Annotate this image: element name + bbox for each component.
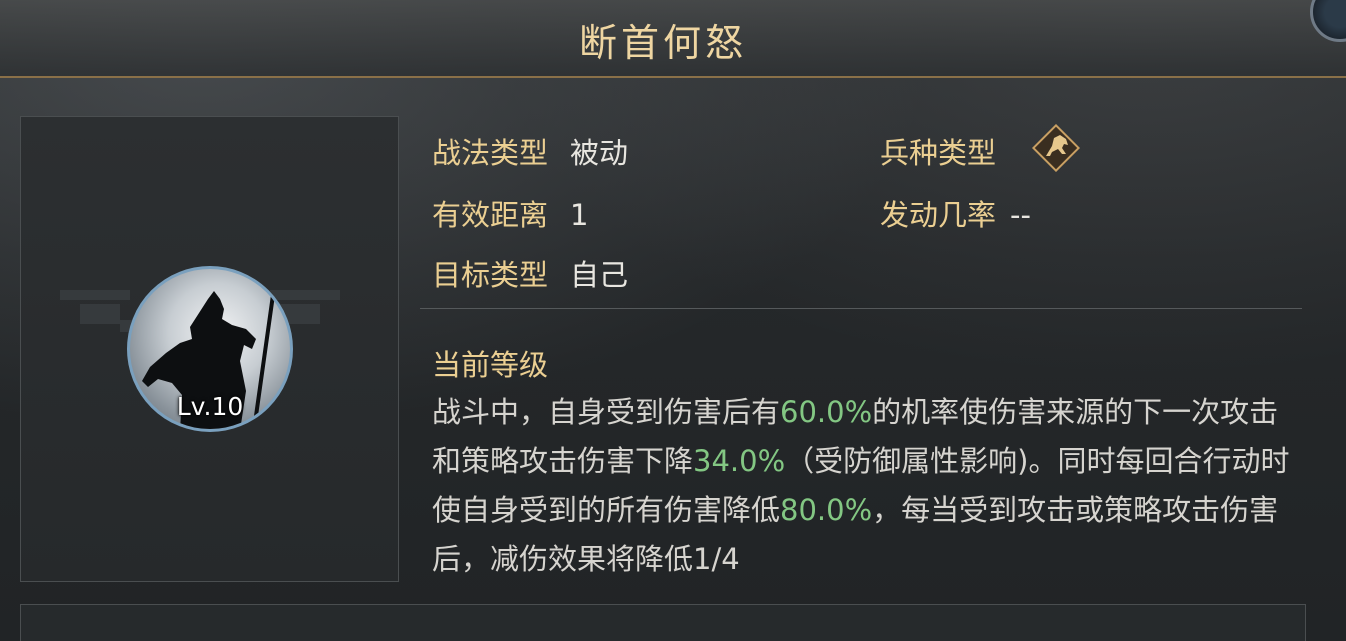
target-type-label: 目标类型: [432, 258, 549, 292]
tactic-type-value: 被动: [570, 136, 629, 170]
current-level-title: 当前等级: [432, 348, 549, 382]
range-row: 有效距离 1: [432, 192, 588, 234]
tactic-type-label: 战法类型: [432, 136, 549, 170]
bottom-panel: [20, 604, 1306, 641]
desc-text-1: 战斗中，自身受到伤害后有: [432, 395, 781, 429]
section-divider: [420, 308, 1302, 309]
horse-cavalry-icon[interactable]: [1032, 124, 1080, 172]
trigger-rate-value: --: [1010, 198, 1031, 232]
trigger-rate-label: 发动几率: [880, 198, 997, 232]
title-bar: 断首何怒: [0, 0, 1346, 78]
range-value: 1: [570, 198, 589, 232]
desc-highlight-1: 60.0%: [780, 395, 873, 429]
desc-highlight-2: 34.0%: [693, 444, 786, 478]
level-label: Lv.10: [176, 392, 244, 421]
troop-type-label: 兵种类型: [880, 136, 997, 170]
target-type-row: 目标类型 自己: [432, 252, 628, 294]
target-type-value: 自己: [570, 258, 629, 292]
skill-detail-page: 断首何怒 Lv.10 战法类型 被动 有效距离 1 目标类型 自己 兵种类型 发…: [0, 0, 1346, 641]
desc-highlight-3: 80.0%: [780, 493, 873, 527]
troop-type-row: 兵种类型: [880, 130, 996, 172]
page-title: 断首何怒: [578, 21, 747, 65]
tactic-type-row: 战法类型 被动: [432, 130, 628, 172]
trigger-rate-row: 发动几率 --: [880, 192, 1031, 234]
range-label: 有效距离: [432, 198, 549, 232]
skill-description: 战斗中，自身受到伤害后有60.0%的机率使伤害来源的下一次攻击和策略攻击伤害下降…: [432, 388, 1302, 584]
